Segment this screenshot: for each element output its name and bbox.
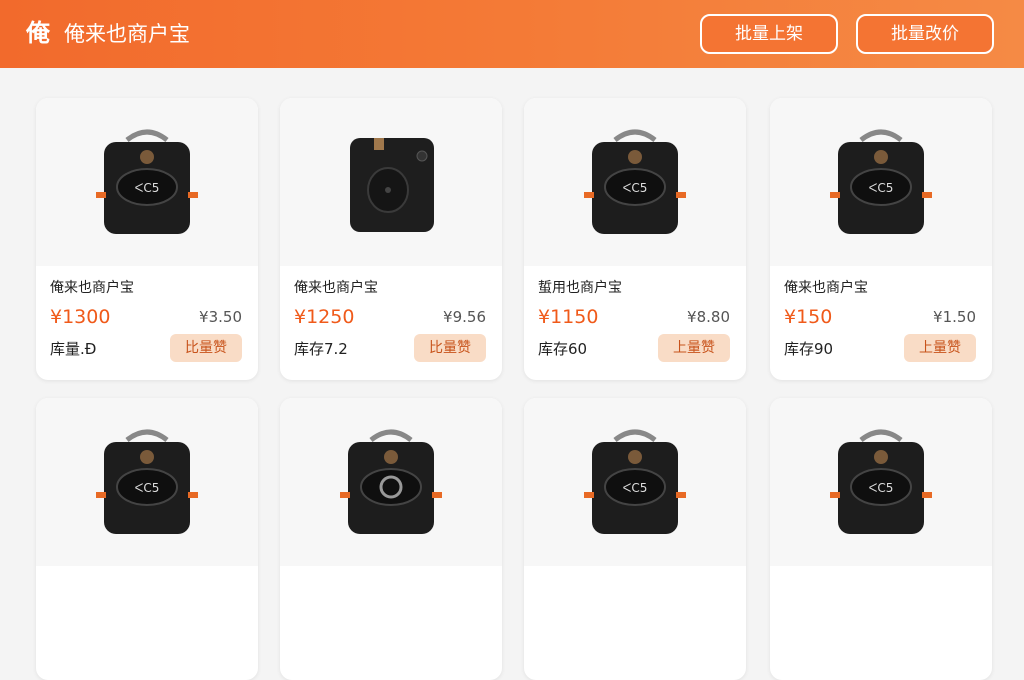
product-original-price: ¥9.56 xyxy=(443,308,486,326)
product-image: ᐸC5 xyxy=(36,98,258,266)
product-name: 俺来也商户宝 xyxy=(294,280,378,296)
product-image: ᐸC5 xyxy=(770,98,992,266)
product-stock: 库量.Ð xyxy=(50,340,97,358)
product-original-price: ¥3.50 xyxy=(199,308,242,326)
bag-icon: ᐸC5 xyxy=(96,429,198,534)
product-action-button[interactable]: 比量赞 xyxy=(414,334,486,362)
bag-icon: ᐸC5 xyxy=(584,429,686,534)
bag-icon: ᐸC5 xyxy=(96,129,198,234)
batch-list-button[interactable]: 批量上架 xyxy=(700,14,838,54)
product-image: ᐸC5 xyxy=(770,398,992,566)
product-price: ¥1250 xyxy=(294,306,355,328)
bag-icon: ᐸC5 xyxy=(830,429,932,534)
svg-text:ᐸC5: ᐸC5 xyxy=(135,181,160,195)
product-name: 蜇用也商户宝 xyxy=(538,280,622,296)
product-card[interactable]: ᐸC5 俺来也商户宝 ¥1300 ¥3.50 库量.Ð 比量赞 xyxy=(36,98,258,380)
app-title: 俺来也商户宝 xyxy=(64,22,190,46)
app-logo: 俺 xyxy=(26,19,50,47)
product-card[interactable]: ᐸC5 xyxy=(36,398,258,680)
product-image xyxy=(280,398,502,566)
product-image: ᐸC5 xyxy=(524,398,746,566)
product-stock: 库存7.2 xyxy=(294,340,348,358)
product-original-price: ¥1.50 xyxy=(933,308,976,326)
bag-icon xyxy=(340,429,442,534)
svg-text:ᐸC5: ᐸC5 xyxy=(623,181,648,195)
product-card[interactable]: ᐸC5 俺来也商户宝 ¥150 ¥1.50 库存90 上量赞 xyxy=(770,98,992,380)
product-price: ¥1150 xyxy=(538,306,599,328)
camera-bag-icon xyxy=(350,138,434,232)
product-original-price: ¥8.80 xyxy=(687,308,730,326)
bag-icon: ᐸC5 xyxy=(584,129,686,234)
product-stock: 库存90 xyxy=(784,340,834,358)
product-card[interactable]: 俺来也商户宝 ¥1250 ¥9.56 库存7.2 比量赞 xyxy=(280,98,502,380)
product-image xyxy=(280,98,502,266)
product-price: ¥1300 xyxy=(50,306,111,328)
product-price: ¥150 xyxy=(784,306,833,328)
product-name: 俺来也商户宝 xyxy=(784,280,868,296)
app-header: 俺 俺来也商户宝 批量上架 批量改价 xyxy=(0,0,1024,68)
product-name: 俺来也商户宝 xyxy=(50,280,134,296)
product-action-button[interactable]: 上量赞 xyxy=(904,334,976,362)
product-stock: 库存60 xyxy=(538,340,588,358)
svg-text:ᐸC5: ᐸC5 xyxy=(135,481,160,495)
product-card[interactable] xyxy=(280,398,502,680)
batch-price-button[interactable]: 批量改价 xyxy=(856,14,994,54)
product-image: ᐸC5 xyxy=(36,398,258,566)
product-action-button[interactable]: 比量赞 xyxy=(170,334,242,362)
product-card[interactable]: ᐸC5 蜇用也商户宝 ¥1150 ¥8.80 库存60 上量赞 xyxy=(524,98,746,380)
svg-text:ᐸC5: ᐸC5 xyxy=(869,481,894,495)
svg-text:ᐸC5: ᐸC5 xyxy=(623,481,648,495)
product-card[interactable]: ᐸC5 xyxy=(770,398,992,680)
product-image: ᐸC5 xyxy=(524,98,746,266)
svg-text:ᐸC5: ᐸC5 xyxy=(869,181,894,195)
product-card[interactable]: ᐸC5 xyxy=(524,398,746,680)
product-action-button[interactable]: 上量赞 xyxy=(658,334,730,362)
bag-icon: ᐸC5 xyxy=(830,129,932,234)
